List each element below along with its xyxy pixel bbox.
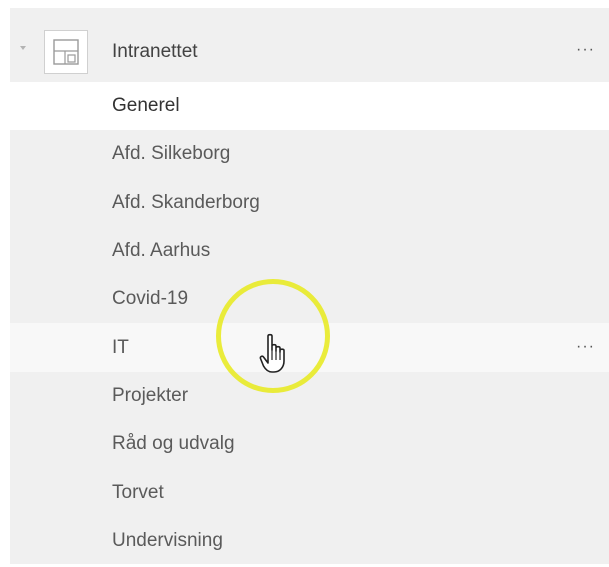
channel-item-generel[interactable]: Generel	[10, 82, 609, 131]
channel-label: Råd og udvalg	[112, 433, 235, 455]
channel-more-options-icon[interactable]: ···	[576, 339, 595, 355]
channel-item-torvet[interactable]: Torvet	[10, 468, 609, 516]
channel-label: Projekter	[112, 384, 189, 406]
channel-label: Undervisning	[112, 529, 223, 551]
sidebar-panel: Intranettet ··· Generel Afd. Silkeborg A…	[10, 8, 609, 564]
channel-label: IT	[112, 336, 129, 358]
team-header-intranettet[interactable]: Intranettet ···	[10, 20, 609, 84]
team-more-options-icon[interactable]: ···	[576, 42, 595, 58]
channel-item-afd-skanderborg[interactable]: Afd. Skanderborg	[10, 179, 609, 227]
channel-item-afd-aarhus[interactable]: Afd. Aarhus	[10, 227, 609, 275]
caret-down-icon[interactable]	[20, 46, 26, 50]
channel-item-raad-og-udvalg[interactable]: Råd og udvalg	[10, 420, 609, 468]
team-tiles-icon	[44, 30, 88, 74]
channel-label: Covid-19	[112, 288, 189, 310]
channel-label: Afd. Skanderborg	[112, 191, 260, 213]
channel-item-afd-silkeborg[interactable]: Afd. Silkeborg	[10, 130, 609, 178]
channel-label: Generel	[112, 95, 180, 117]
teams-channel-list: Intranettet ··· Generel Afd. Silkeborg A…	[0, 0, 609, 567]
channel-label: Afd. Aarhus	[112, 240, 211, 262]
channel-label: Torvet	[112, 481, 164, 503]
team-name: Intranettet	[112, 41, 198, 62]
channel-label: Afd. Silkeborg	[112, 143, 231, 165]
hand-pointer-icon	[259, 333, 289, 380]
channel-item-undervisning[interactable]: Undervisning	[10, 517, 609, 565]
